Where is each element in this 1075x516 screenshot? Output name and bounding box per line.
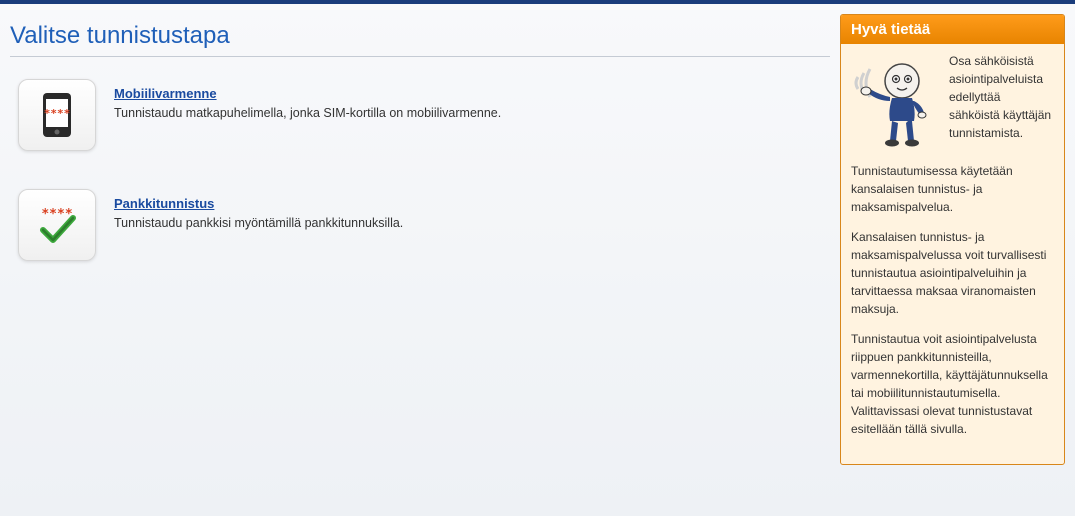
option-mobile-text: Mobiilivarmenne Tunnistaudu matkapuhelim… — [114, 79, 501, 123]
mascot-icon — [852, 53, 940, 151]
info-p2: Kansalaisen tunnistus- ja maksamispalvel… — [851, 228, 1054, 318]
mobile-cert-desc: Tunnistaudu matkapuhelimella, jonka SIM-… — [114, 105, 501, 123]
checkmark-stars-icon: **** — [29, 204, 85, 246]
bank-auth-icon: **** — [18, 189, 96, 261]
info-p1: Tunnistautumisessa käytetään kansalaisen… — [851, 162, 1054, 216]
svg-text:****: **** — [44, 107, 71, 120]
page-title: Valitse tunnistustapa — [10, 14, 830, 57]
page-container: Valitse tunnistustapa **** Mobiilivarmen… — [0, 4, 1075, 465]
bank-auth-link[interactable]: Pankkitunnistus — [114, 196, 214, 211]
option-bank-text: Pankkitunnistus Tunnistaudu pankkisi myö… — [114, 189, 403, 233]
bank-auth-desc: Tunnistaudu pankkisi myöntämillä pankkit… — [114, 215, 403, 233]
info-intro-row: Osa sähköisistä asiointipalveluista edel… — [851, 52, 1054, 152]
info-intro-text: Osa sähköisistä asiointipalveluista edel… — [949, 52, 1054, 152]
mascot-illustration — [851, 52, 941, 152]
option-mobile: **** Mobiilivarmenne Tunnistaudu matkapu… — [10, 79, 830, 151]
mobile-cert-icon: **** — [18, 79, 96, 151]
phone-icon: **** — [31, 89, 83, 141]
info-box-body: Osa sähköisistä asiointipalveluista edel… — [841, 44, 1064, 464]
option-bank: **** Pankkitunnistus Tunnistaudu pankkis… — [10, 189, 830, 261]
mobile-cert-link[interactable]: Mobiilivarmenne — [114, 86, 217, 101]
main-content: Valitse tunnistustapa **** Mobiilivarmen… — [10, 14, 830, 465]
info-p3: Tunnistautua voit asiointipalvelusta rii… — [851, 330, 1054, 438]
info-box-title: Hyvä tietää — [841, 15, 1064, 44]
sidebar: Hyvä tietää — [840, 14, 1065, 465]
info-box: Hyvä tietää — [840, 14, 1065, 465]
